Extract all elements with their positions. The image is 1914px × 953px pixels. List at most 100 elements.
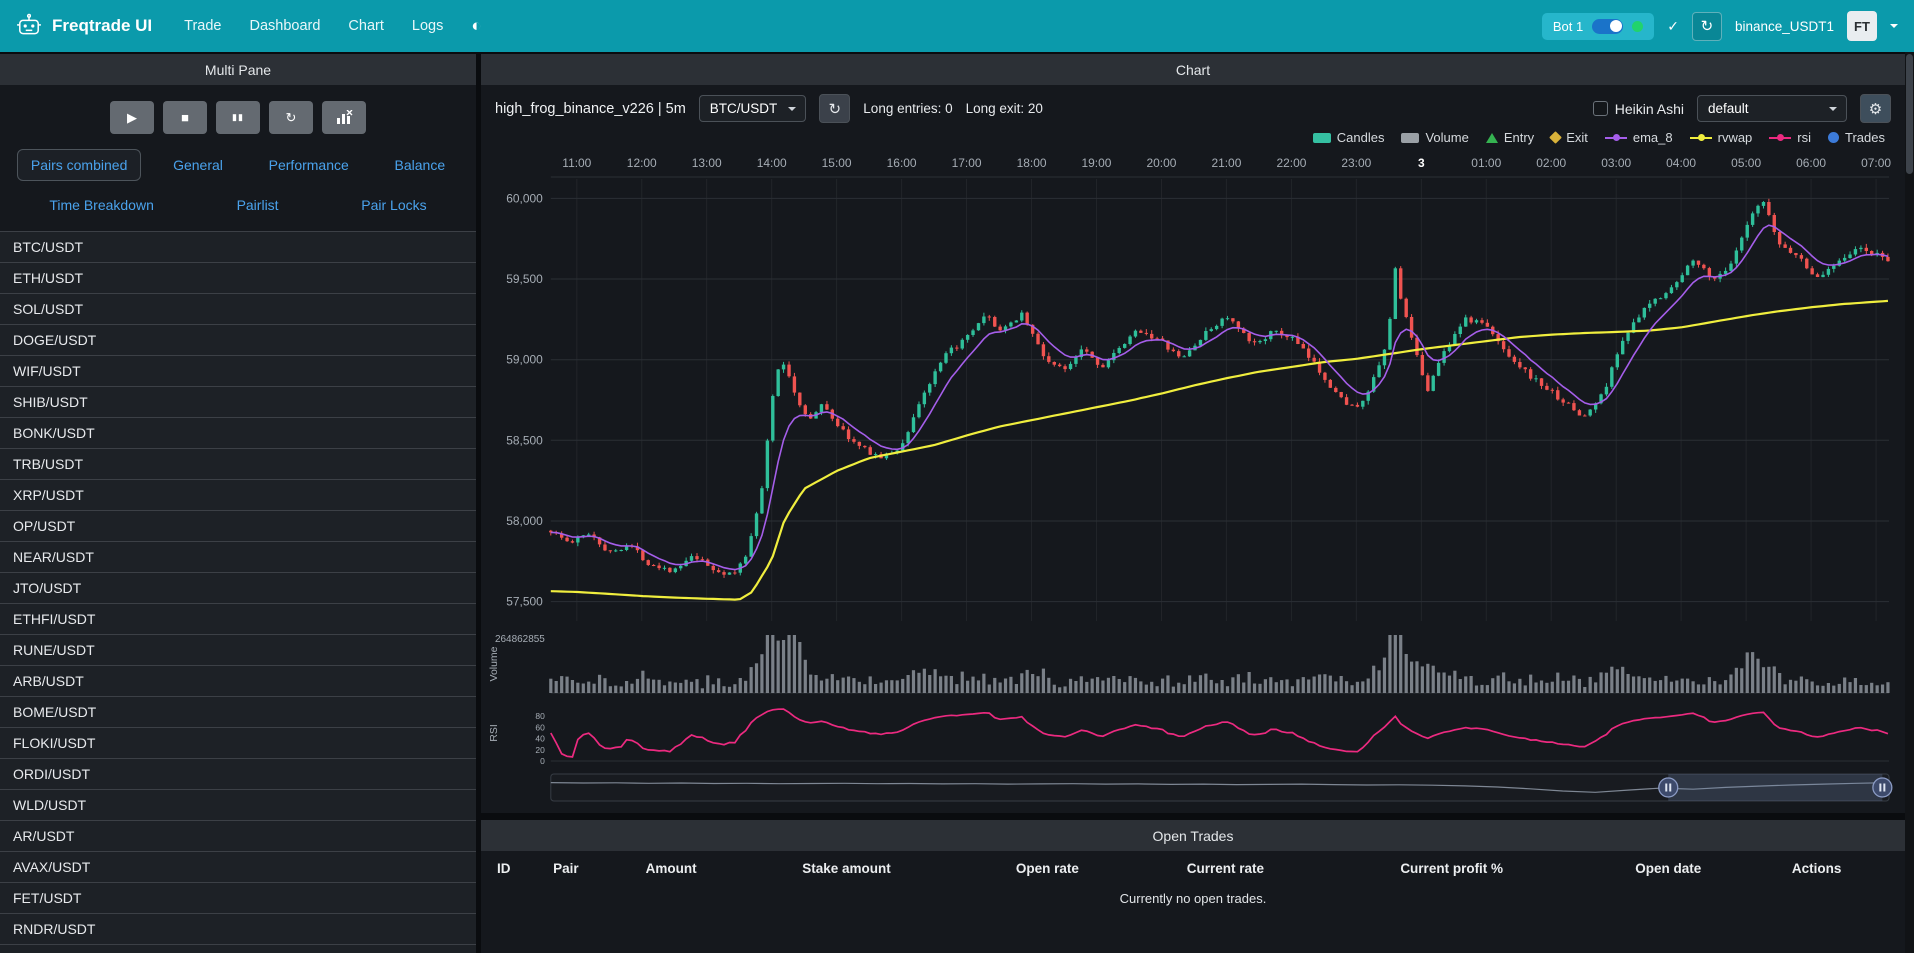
legend-item-rvwap[interactable]: rvwap xyxy=(1690,130,1753,145)
column-header-open-rate: Open rate xyxy=(1008,851,1179,884)
pair-row[interactable]: RNDR/USDT xyxy=(0,914,476,945)
nav-link-chart[interactable]: Chart xyxy=(348,18,383,34)
bot-online-dot xyxy=(1632,21,1643,32)
tab-performance[interactable]: Performance xyxy=(255,149,363,181)
no-open-trades-text: Currently no open trades. xyxy=(481,884,1905,913)
pair-row[interactable]: TRB/USDT xyxy=(0,449,476,480)
clear-chart-icon xyxy=(336,110,353,125)
navigator-left-handle[interactable] xyxy=(1659,778,1678,797)
pair-row[interactable]: DOGE/USDT xyxy=(0,325,476,356)
legend-item-entry[interactable]: Entry xyxy=(1486,130,1534,145)
pair-row[interactable]: AR/USDT xyxy=(0,821,476,852)
svg-text:59,000: 59,000 xyxy=(506,353,543,367)
column-header-stake-amount: Stake amount xyxy=(794,851,1008,884)
legend-marker-triangle xyxy=(1486,133,1498,143)
svg-text:80: 80 xyxy=(535,711,545,721)
nav-link-trade[interactable]: Trade xyxy=(184,18,221,34)
tab-pair-locks[interactable]: Pair Locks xyxy=(347,189,440,221)
svg-text:20:00: 20:00 xyxy=(1147,156,1177,170)
pair-row[interactable]: SOL/USDT xyxy=(0,294,476,325)
svg-text:13:00: 13:00 xyxy=(692,156,722,170)
pair-row[interactable]: OP/USDT xyxy=(0,511,476,542)
tab-general[interactable]: General xyxy=(159,149,237,181)
scrollbar-thumb[interactable] xyxy=(1906,54,1913,174)
legend-item-ema-8[interactable]: ema_8 xyxy=(1605,130,1673,145)
svg-text:12:00: 12:00 xyxy=(627,156,657,170)
legend-item-rsi[interactable]: rsi xyxy=(1769,130,1811,145)
legend-item-volume[interactable]: Volume xyxy=(1401,130,1468,145)
tab-time-breakdown[interactable]: Time Breakdown xyxy=(35,189,168,221)
svg-text:RSI: RSI xyxy=(489,724,500,741)
legend-item-candles[interactable]: Candles xyxy=(1313,130,1385,145)
multi-pane-toolbar: ▶ ■ ▮▮ ↻ xyxy=(0,85,476,145)
play-button[interactable]: ▶ xyxy=(110,101,154,134)
chart-toolbar: high_frog_binance_v226 | 5m BTC/USDT ↻ L… xyxy=(481,85,1905,128)
pair-list: BTC/USDTETH/USDTSOL/USDTDOGE/USDTWIF/USD… xyxy=(0,231,476,953)
top-navbar: Freqtrade UI Trade Dashboard Chart Logs ◐ B… xyxy=(0,0,1914,52)
pair-select[interactable]: BTC/USDT xyxy=(699,95,807,122)
avatar[interactable]: FT xyxy=(1847,11,1877,41)
svg-text:58,500: 58,500 xyxy=(506,433,543,447)
tab-pairs-combined[interactable]: Pairs combined xyxy=(17,149,142,181)
pair-row[interactable]: RUNE/USDT xyxy=(0,635,476,666)
clear-chart-button[interactable] xyxy=(322,101,366,134)
pause-icon: ▮▮ xyxy=(232,112,244,123)
svg-text:264862855: 264862855 xyxy=(495,634,545,645)
legend-item-exit[interactable]: Exit xyxy=(1551,130,1588,145)
heikin-ashi-checkbox[interactable] xyxy=(1593,101,1608,116)
pair-row[interactable]: NEAR/USDT xyxy=(0,542,476,573)
pair-row[interactable]: FLOKI/USDT xyxy=(0,728,476,759)
pause-button[interactable]: ▮▮ xyxy=(216,101,260,134)
legend-item-trades[interactable]: Trades xyxy=(1828,130,1885,145)
chart-refresh-button[interactable]: ↻ xyxy=(819,94,850,123)
page-scrollbar[interactable] xyxy=(1905,52,1914,953)
nav-link-logs[interactable]: Logs xyxy=(412,18,443,34)
pair-row[interactable]: WLD/USDT xyxy=(0,790,476,821)
svg-text:11:00: 11:00 xyxy=(562,156,591,170)
table-row: Currently no open trades. xyxy=(481,884,1905,913)
pair-row[interactable]: XRP/USDT xyxy=(0,480,476,511)
main-column: Chart high_frog_binance_v226 | 5m BTC/US… xyxy=(481,54,1905,953)
theme-toggle-icon[interactable]: ◐ xyxy=(471,16,481,36)
pair-row[interactable]: ETHFI/USDT xyxy=(0,604,476,635)
pair-row[interactable]: ARB/USDT xyxy=(0,666,476,697)
bot-toggle-switch[interactable] xyxy=(1592,19,1623,34)
svg-text:04:00: 04:00 xyxy=(1666,156,1696,170)
bot-selector[interactable]: Bot 1 xyxy=(1542,13,1654,40)
nav-link-dashboard[interactable]: Dashboard xyxy=(249,18,320,34)
chevron-down-icon[interactable] xyxy=(1890,24,1898,32)
navbar-right: Bot 1 ✓ ↻ binance_USDT1 FT xyxy=(1542,11,1898,41)
chart-navigator[interactable] xyxy=(483,771,1903,805)
chart-area: 11:0012:0013:0014:0015:0016:0017:0018:00… xyxy=(481,149,1905,813)
pair-row[interactable]: WIF/USDT xyxy=(0,356,476,387)
pair-row[interactable]: BONK/USDT xyxy=(0,418,476,449)
svg-text:21:00: 21:00 xyxy=(1211,156,1241,170)
svg-text:18:00: 18:00 xyxy=(1017,156,1047,170)
plot-config-select[interactable]: default xyxy=(1697,95,1847,122)
candlestick-chart[interactable]: 11:0012:0013:0014:0015:0016:0017:0018:00… xyxy=(483,149,1903,769)
chart-panel: Chart high_frog_binance_v226 | 5m BTC/US… xyxy=(481,54,1905,813)
tab-pairlist[interactable]: Pairlist xyxy=(223,189,293,221)
pair-row[interactable]: AVAX/USDT xyxy=(0,852,476,883)
pair-row[interactable]: ORDI/USDT xyxy=(0,759,476,790)
plot-settings-button[interactable]: ⚙ xyxy=(1860,94,1891,123)
pair-row[interactable]: SHIB/USDT xyxy=(0,387,476,418)
refresh-loop-icon: ↻ xyxy=(286,110,297,126)
brand[interactable]: Freqtrade UI xyxy=(16,13,152,39)
navigator-right-handle[interactable] xyxy=(1873,778,1892,797)
pair-select-value: BTC/USDT xyxy=(710,101,778,116)
heikin-ashi-group: Heikin Ashi xyxy=(1593,101,1684,117)
refresh-loop-button[interactable]: ↻ xyxy=(269,101,313,134)
refresh-button[interactable]: ↻ xyxy=(1692,12,1722,41)
pair-row[interactable]: BOME/USDT xyxy=(0,697,476,728)
pair-row[interactable]: ETH/USDT xyxy=(0,263,476,294)
check-icon: ✓ xyxy=(1667,18,1679,35)
svg-text:07:00: 07:00 xyxy=(1861,156,1891,170)
tab-balance[interactable]: Balance xyxy=(381,149,460,181)
pair-row[interactable]: JTO/USDT xyxy=(0,573,476,604)
pair-row[interactable]: FET/USDT xyxy=(0,883,476,914)
pair-row[interactable]: BTC/USDT xyxy=(0,232,476,263)
stop-button[interactable]: ■ xyxy=(163,101,207,134)
pair-row[interactable]: DOT/USDT xyxy=(0,945,476,953)
heikin-ashi-label: Heikin Ashi xyxy=(1615,101,1684,117)
